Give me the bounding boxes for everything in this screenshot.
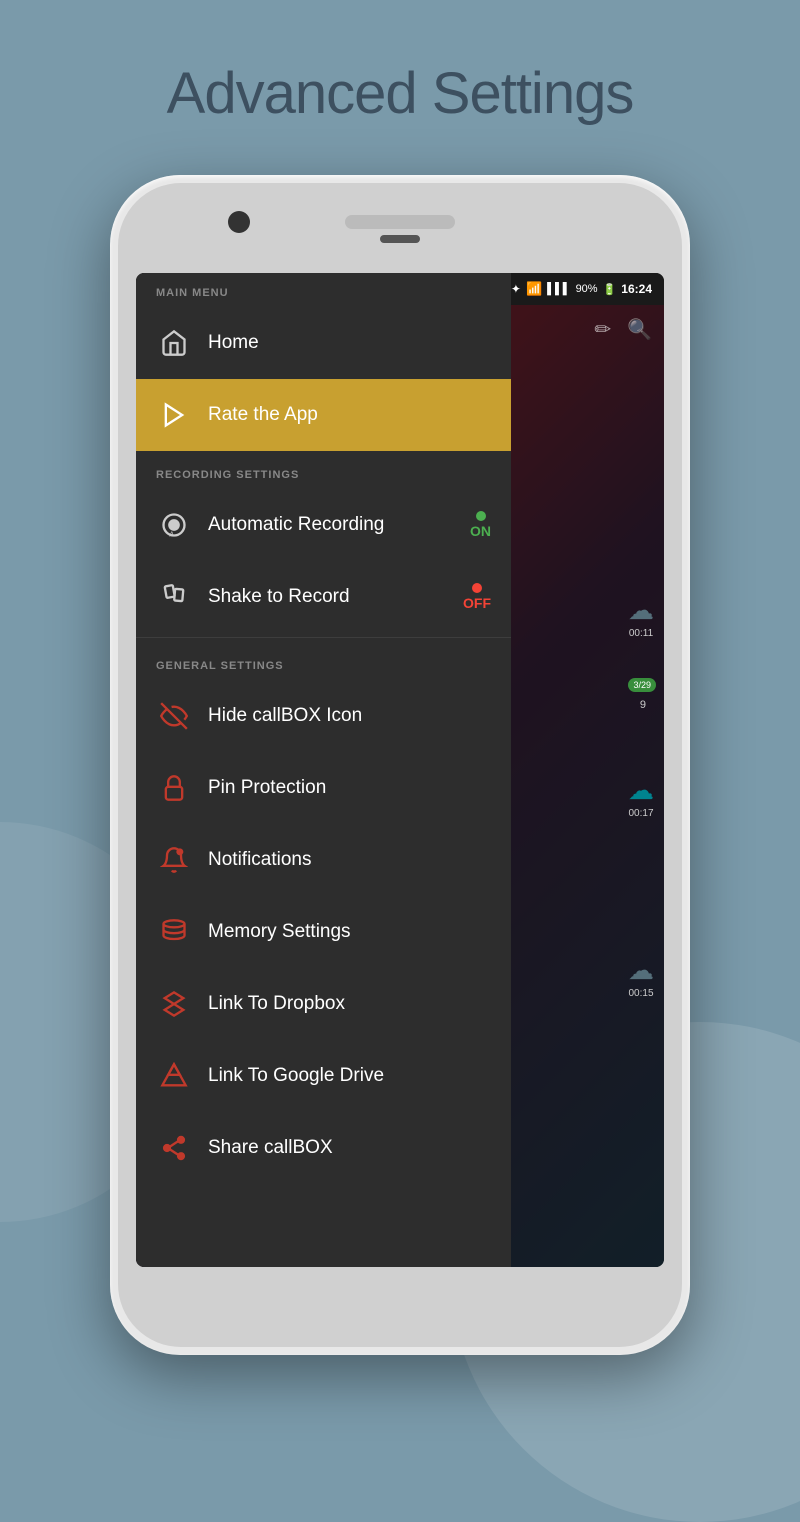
automatic-recording-label: Automatic Recording	[208, 514, 470, 536]
shake-icon	[156, 579, 192, 615]
time-label-1: 00:11	[629, 628, 653, 639]
status-icons: ✦ 📶 ▌▌▌ 90% 🔋 16:24	[511, 281, 652, 297]
app-toolbar: ✏ 🔍	[594, 317, 652, 342]
phone-frame: ✦ 📶 ▌▌▌ 90% 🔋 16:24 ✏ 🔍 ☁	[110, 175, 690, 1355]
record-icon: A	[156, 507, 192, 543]
main-menu-header: MAIN MENU	[136, 273, 511, 307]
menu-item-share-callbox[interactable]: Share callBOX	[136, 1112, 511, 1184]
menu-item-notifications[interactable]: Notifications	[136, 824, 511, 896]
page-title: Advanced Settings	[0, 60, 800, 127]
shake-to-record-toggle[interactable]: OFF	[463, 583, 491, 611]
menu-item-pin-protection[interactable]: Pin Protection	[136, 752, 511, 824]
menu-item-hide-callbox[interactable]: Hide callBOX Icon	[136, 680, 511, 752]
recording-settings-header: RECORDING SETTINGS	[136, 451, 511, 489]
sensor	[380, 235, 420, 243]
eye-off-icon	[156, 698, 192, 734]
camera	[228, 211, 250, 233]
notifications-label: Notifications	[208, 849, 491, 871]
drawer-menu: MAIN MENU Home	[136, 273, 511, 1267]
menu-item-memory-settings[interactable]: Memory Settings	[136, 896, 511, 968]
time-label-3: 00:15	[628, 988, 653, 999]
menu-item-rate-app[interactable]: Rate the App	[136, 379, 511, 451]
bluetooth-icon: ✦	[511, 282, 521, 296]
rate-app-icon	[156, 397, 192, 433]
cloud-icon-2: ☁	[628, 775, 654, 806]
number-label: 9	[640, 699, 646, 711]
phone-screen: ✦ 📶 ▌▌▌ 90% 🔋 16:24 ✏ 🔍 ☁	[136, 273, 664, 1267]
speaker	[345, 215, 455, 229]
rate-app-label: Rate the App	[208, 404, 491, 426]
link-dropbox-label: Link To Dropbox	[208, 993, 491, 1015]
share-callbox-label: Share callBOX	[208, 1137, 491, 1159]
dropbox-icon	[156, 986, 192, 1022]
menu-item-link-dropbox[interactable]: Link To Dropbox	[136, 968, 511, 1040]
hide-callbox-label: Hide callBOX Icon	[208, 705, 491, 727]
wifi-icon: 📶	[526, 281, 542, 297]
toggle-off-text: OFF	[463, 595, 491, 611]
phone-inner: ✦ 📶 ▌▌▌ 90% 🔋 16:24 ✏ 🔍 ☁	[118, 183, 682, 1347]
menu-item-shake-to-record[interactable]: Shake to Record OFF	[136, 561, 511, 633]
toggle-dot-red	[472, 583, 482, 593]
search-icon[interactable]: 🔍	[627, 317, 652, 342]
link-google-drive-label: Link To Google Drive	[208, 1065, 491, 1087]
memory-settings-label: Memory Settings	[208, 921, 491, 943]
menu-item-automatic-recording[interactable]: A Automatic Recording ON	[136, 489, 511, 561]
database-icon	[156, 914, 192, 950]
signal-icon: ▌▌▌	[547, 283, 570, 295]
badge-label: 3/29	[628, 678, 656, 692]
menu-item-home[interactable]: Home	[136, 307, 511, 379]
shake-to-record-label: Shake to Record	[208, 586, 463, 608]
time-text: 16:24	[621, 282, 652, 296]
battery-text: 90%	[576, 283, 598, 295]
automatic-recording-toggle[interactable]: ON	[470, 511, 491, 539]
bell-icon	[156, 842, 192, 878]
toggle-on-text: ON	[470, 523, 491, 539]
battery-icon: 🔋	[603, 283, 617, 296]
google-drive-icon	[156, 1058, 192, 1094]
svg-text:A: A	[169, 532, 174, 539]
cloud-icon-1: ☁	[628, 595, 654, 626]
cloud-icon-3: ☁	[628, 955, 654, 986]
toggle-dot-green	[476, 511, 486, 521]
edit-icon[interactable]: ✏	[594, 317, 611, 342]
pin-protection-label: Pin Protection	[208, 777, 491, 799]
home-label: Home	[208, 332, 491, 354]
general-settings-header: GENERAL SETTINGS	[136, 642, 511, 680]
time-label-2: 00:17	[628, 808, 653, 819]
menu-item-link-google-drive[interactable]: Link To Google Drive	[136, 1040, 511, 1112]
lock-icon	[156, 770, 192, 806]
home-icon	[156, 325, 192, 361]
share-icon	[156, 1130, 192, 1166]
